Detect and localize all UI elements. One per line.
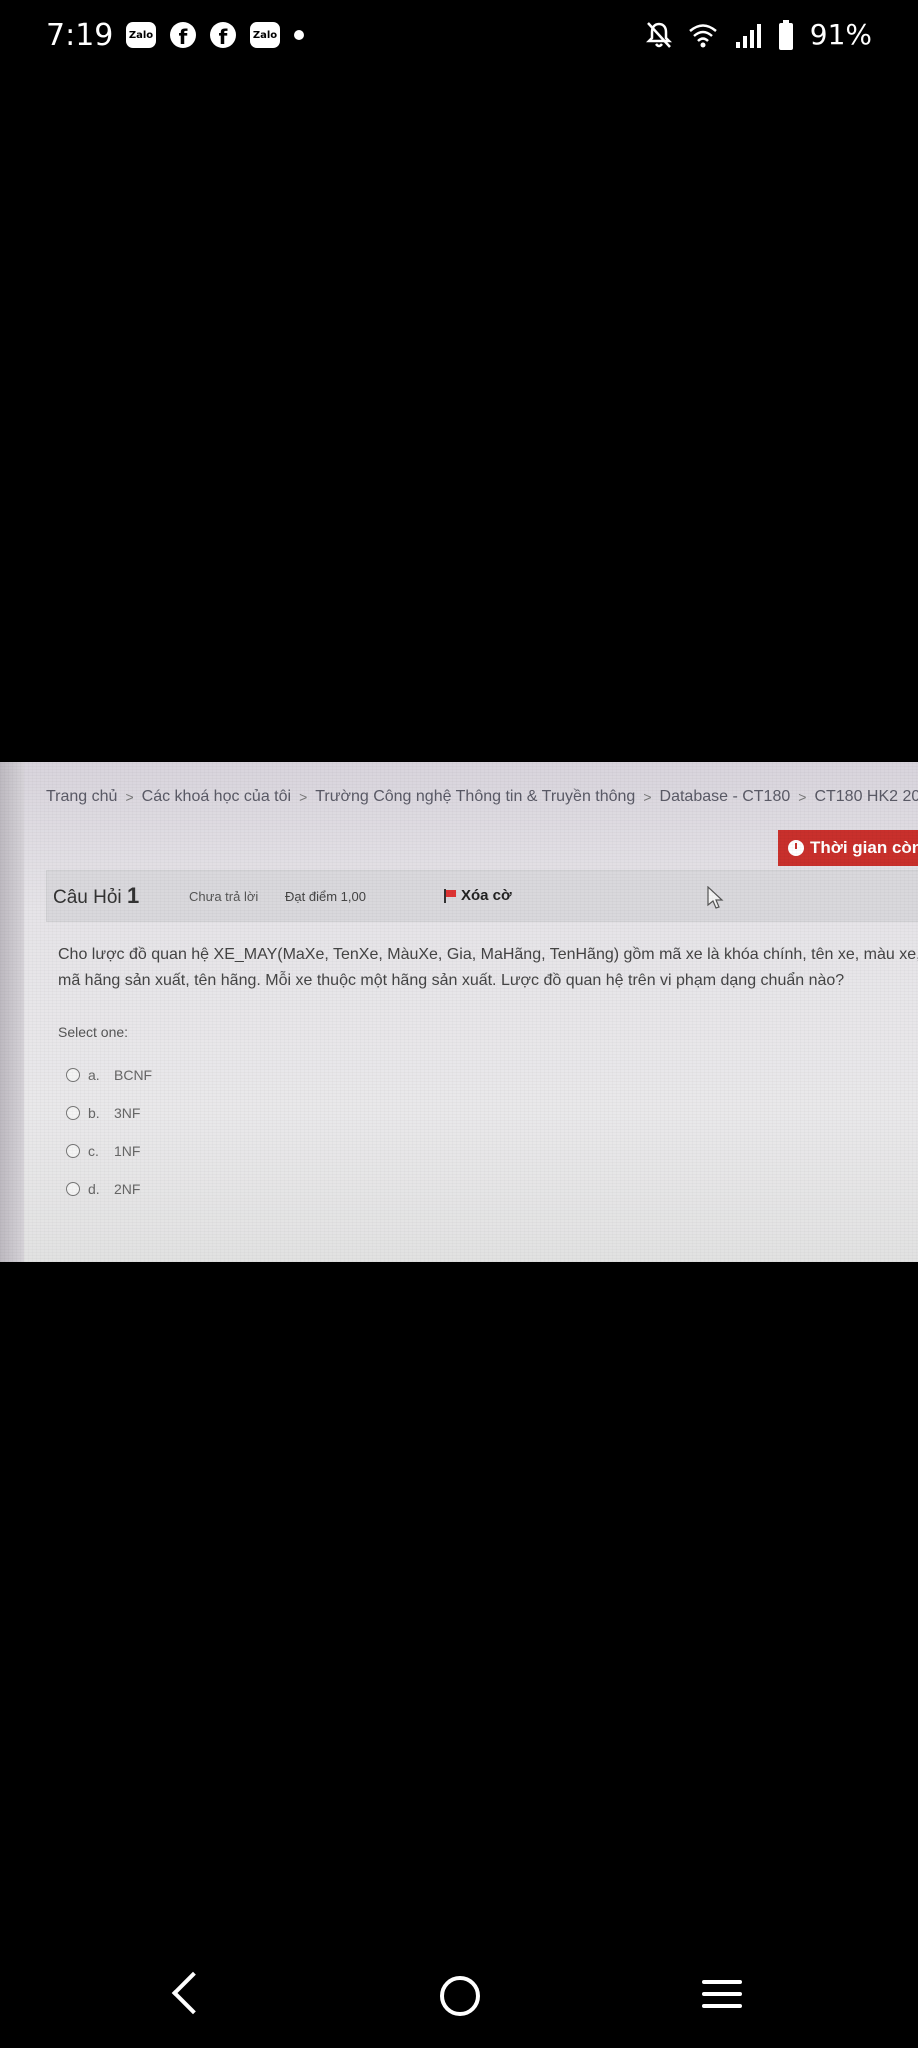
screen-bezel — [0, 762, 24, 1262]
notification-icons: Zalo f f Zalo — [126, 22, 304, 48]
radio-button[interactable] — [66, 1182, 80, 1196]
status-bar: 7:19 Zalo f f Zalo 91% — [0, 0, 918, 76]
home-icon[interactable] — [440, 1976, 480, 2016]
answer-text: BCNF — [114, 1067, 153, 1083]
breadcrumb-my-courses[interactable]: Các khoá học của tôi — [142, 788, 291, 806]
system-icons: 91% — [645, 18, 872, 51]
question-title: Câu Hỏi 1 — [53, 883, 139, 909]
time-remaining-badge: Thời gian còn l — [778, 830, 918, 866]
answer-option-c[interactable]: c. 1NF — [66, 1132, 152, 1170]
signal-icon — [735, 23, 761, 48]
answer-text: 2NF — [114, 1181, 141, 1197]
question-text-line: Cho lược đồ quan hệ XE_MAY(MaXe, TenXe, … — [58, 946, 918, 963]
zalo-icon: Zalo — [126, 22, 156, 48]
timer-label: Thời gian còn l — [810, 838, 918, 857]
question-number: 1 — [126, 883, 140, 908]
breadcrumb-separator: > — [299, 789, 308, 805]
breadcrumb-separator: > — [125, 789, 134, 805]
question-text-line: mã hãng sản xuất, tên hãng. Mỗi xe thuộc… — [58, 972, 845, 989]
breadcrumb-school[interactable]: Trường Công nghệ Thông tin & Truyền thôn… — [315, 788, 635, 806]
breadcrumb-separator: > — [643, 789, 652, 805]
wifi-icon — [688, 23, 717, 47]
recents-icon[interactable] — [702, 1980, 742, 2016]
facebook-icon: f — [210, 22, 236, 48]
navigation-bar — [0, 1940, 918, 2048]
zalo-icon: Zalo — [250, 22, 280, 48]
breadcrumb-separator: > — [798, 789, 807, 805]
photographed-screen: Trang chủ > Các khoá học của tôi > Trườn… — [0, 762, 918, 1262]
battery-percentage: 91% — [809, 18, 872, 51]
facebook-icon: f — [170, 22, 196, 48]
radio-button[interactable] — [66, 1144, 80, 1158]
breadcrumb-home[interactable]: Trang chủ — [46, 788, 117, 806]
answer-options: a. BCNF b. 3NF c. 1NF d. 2NF — [66, 1056, 152, 1208]
radio-button[interactable] — [66, 1068, 80, 1082]
answer-letter: b. — [88, 1105, 100, 1121]
radio-button[interactable] — [66, 1106, 80, 1120]
question-info-bar: Câu Hỏi 1 Chưa trả lời Đạt điểm 1,00 Xóa… — [46, 870, 918, 922]
question-grade: Đạt điểm 1,00 — [285, 889, 366, 904]
answer-letter: c. — [88, 1143, 99, 1159]
answer-letter: d. — [88, 1181, 100, 1197]
remove-flag-button[interactable]: Xóa cờ — [443, 887, 512, 904]
answer-option-a[interactable]: a. BCNF — [66, 1056, 152, 1094]
mouse-cursor-icon — [707, 886, 724, 909]
answer-text: 3NF — [114, 1105, 141, 1121]
mute-bell-icon — [645, 21, 672, 48]
status-time: 7:19 — [46, 18, 114, 53]
answer-option-b[interactable]: b. 3NF — [66, 1094, 152, 1132]
answer-text: 1NF — [114, 1143, 141, 1159]
answer-letter: a. — [88, 1067, 100, 1083]
flag-icon — [443, 888, 457, 903]
select-one-label: Select one: — [58, 1024, 129, 1040]
question-text: Cho lược đồ quan hệ XE_MAY(MaXe, TenXe, … — [58, 942, 918, 994]
breadcrumb: Trang chủ > Các khoá học của tôi > Trườn… — [46, 788, 918, 806]
breadcrumb-term[interactable]: CT180 HK2 2022-2023 — [814, 788, 918, 806]
breadcrumb-course[interactable]: Database - CT180 — [660, 788, 791, 806]
question-prefix: Câu Hỏi — [53, 887, 122, 908]
remove-flag-label: Xóa cờ — [461, 887, 512, 904]
dot-icon — [294, 30, 304, 40]
question-status: Chưa trả lời — [189, 889, 259, 904]
clock-icon — [788, 840, 804, 856]
answer-option-d[interactable]: d. 2NF — [66, 1170, 152, 1208]
battery-icon — [778, 19, 793, 50]
back-icon[interactable] — [171, 1971, 215, 2015]
